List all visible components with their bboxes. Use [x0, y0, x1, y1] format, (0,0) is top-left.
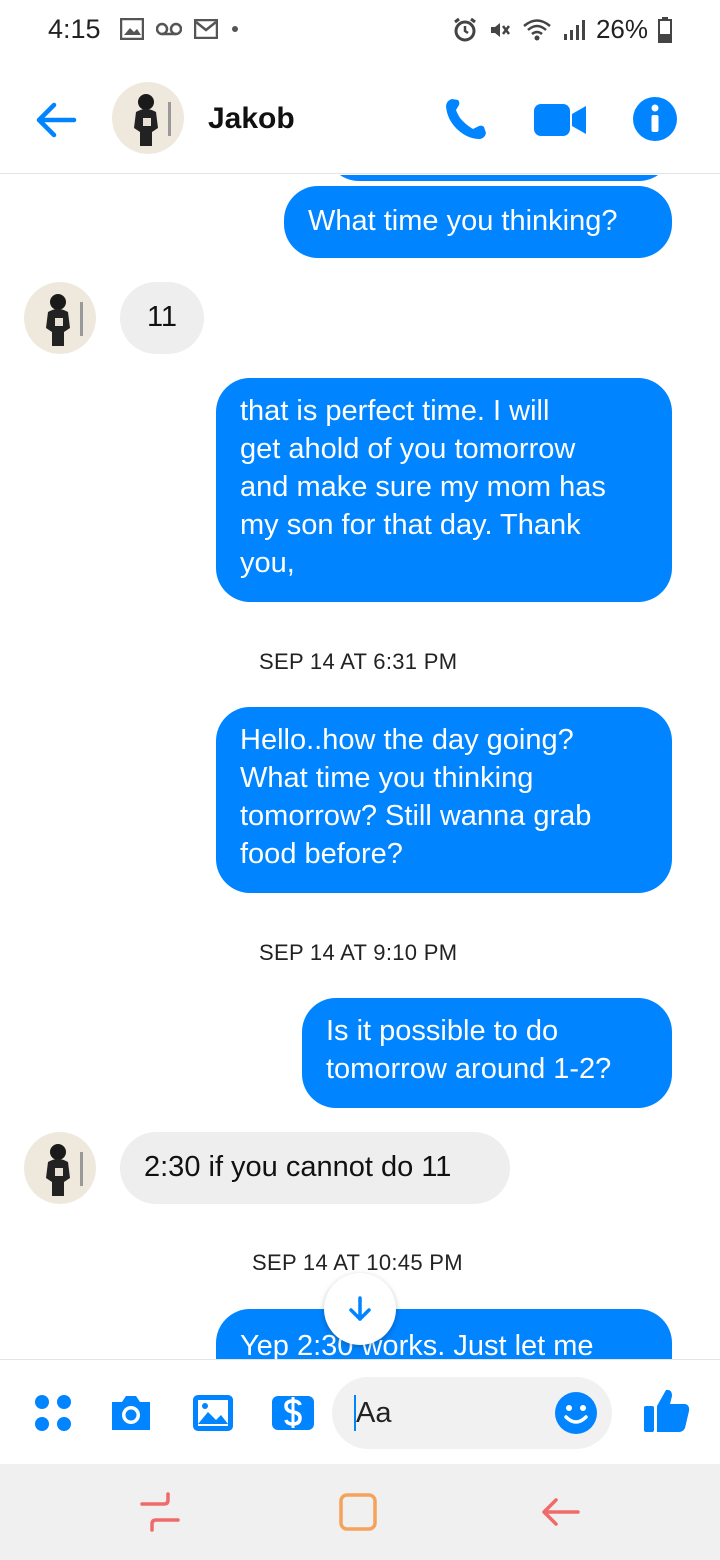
message-thread[interactable]: What time you thinking? 11 that is perfe… [0, 175, 720, 1359]
status-time: 4:15 [48, 14, 101, 44]
avatar-photo [24, 282, 96, 354]
message-line: food before? [240, 838, 403, 870]
message-line: Is it possible to do [326, 1015, 559, 1047]
message-line: my son for that day. Thank [240, 509, 581, 541]
alarm-icon [454, 17, 476, 41]
timestamp: SEP 14 AT 9:10 PM [259, 940, 458, 965]
gallery-notification-icon [120, 18, 144, 40]
wifi-icon [523, 18, 551, 40]
voicemail-icon [156, 22, 182, 36]
camera-icon[interactable] [108, 1390, 154, 1436]
sender-avatar[interactable] [24, 282, 96, 354]
message-line: you, [240, 547, 295, 579]
more-actions-icon[interactable] [30, 1390, 76, 1436]
like-thumbs-up-icon[interactable] [642, 1386, 692, 1436]
message-input[interactable]: Aa [332, 1377, 612, 1449]
outgoing-message[interactable]: Hello..how the day going? What time you … [216, 707, 672, 893]
avatar-photo [112, 82, 184, 154]
info-icon[interactable] [632, 96, 678, 142]
payment-icon[interactable] [270, 1390, 316, 1436]
contact-name[interactable]: Jakob [208, 102, 295, 136]
video-call-icon[interactable] [534, 100, 586, 140]
message-line: tomorrow around 1-2? [326, 1053, 612, 1085]
message-line: What time you thinking [240, 762, 534, 794]
incoming-message[interactable]: 2:30 if you cannot do 11 [120, 1132, 510, 1204]
outgoing-message[interactable]: that is perfect time. I will get ahold o… [216, 378, 672, 602]
outgoing-message-partial[interactable] [326, 175, 672, 181]
notification-icons [120, 18, 240, 40]
emoji-icon[interactable] [554, 1391, 598, 1435]
timestamp: SEP 14 AT 6:31 PM [259, 649, 458, 674]
message-line: Hello..how the day going? [240, 724, 574, 756]
outgoing-message[interactable]: What time you thinking? [284, 186, 672, 258]
back-arrow-icon[interactable] [32, 96, 80, 144]
outgoing-message[interactable]: Is it possible to do tomorrow around 1-2… [302, 998, 672, 1108]
system-back-icon[interactable] [538, 1490, 582, 1534]
incoming-message[interactable]: 11 [120, 282, 204, 354]
avatar-photo [24, 1132, 96, 1204]
home-icon[interactable] [336, 1490, 380, 1534]
message-input-placeholder: Aa [356, 1397, 392, 1429]
voice-call-icon[interactable] [440, 94, 490, 144]
battery-icon [658, 16, 672, 43]
system-nav-bar [0, 1464, 720, 1560]
message-text: 2:30 if you cannot do 11 [144, 1151, 452, 1183]
gmail-icon [194, 19, 218, 39]
message-line: tomorrow? Still wanna grab [240, 800, 592, 832]
system-icons: 26% [452, 14, 672, 45]
contact-avatar[interactable] [112, 82, 184, 154]
message-text: 11 [146, 301, 178, 333]
recent-apps-icon[interactable] [138, 1490, 182, 1534]
battery-percent: 26% [595, 14, 648, 44]
outgoing-message[interactable]: Yep 2:30 works. Just let me [216, 1309, 672, 1359]
message-text: Yep 2:30 works. Just let me [240, 1330, 594, 1359]
message-text: What time you thinking? [308, 205, 618, 237]
signal-icon [563, 19, 585, 40]
arrow-down-icon [349, 1296, 371, 1321]
gallery-icon[interactable] [190, 1390, 236, 1436]
message-line: that is perfect time. I will [240, 395, 550, 427]
more-notifications-dot-icon [232, 26, 238, 32]
status-bar: 4:15 26% [0, 0, 720, 64]
message-composer: Aa [0, 1359, 720, 1464]
conversation-header: Jakob [0, 64, 720, 174]
message-line: get ahold of you tomorrow [240, 433, 576, 465]
scroll-to-bottom-button[interactable] [324, 1273, 396, 1345]
message-line: and make sure my mom has [240, 471, 606, 503]
mute-icon [490, 22, 510, 37]
sender-avatar[interactable] [24, 1132, 96, 1204]
